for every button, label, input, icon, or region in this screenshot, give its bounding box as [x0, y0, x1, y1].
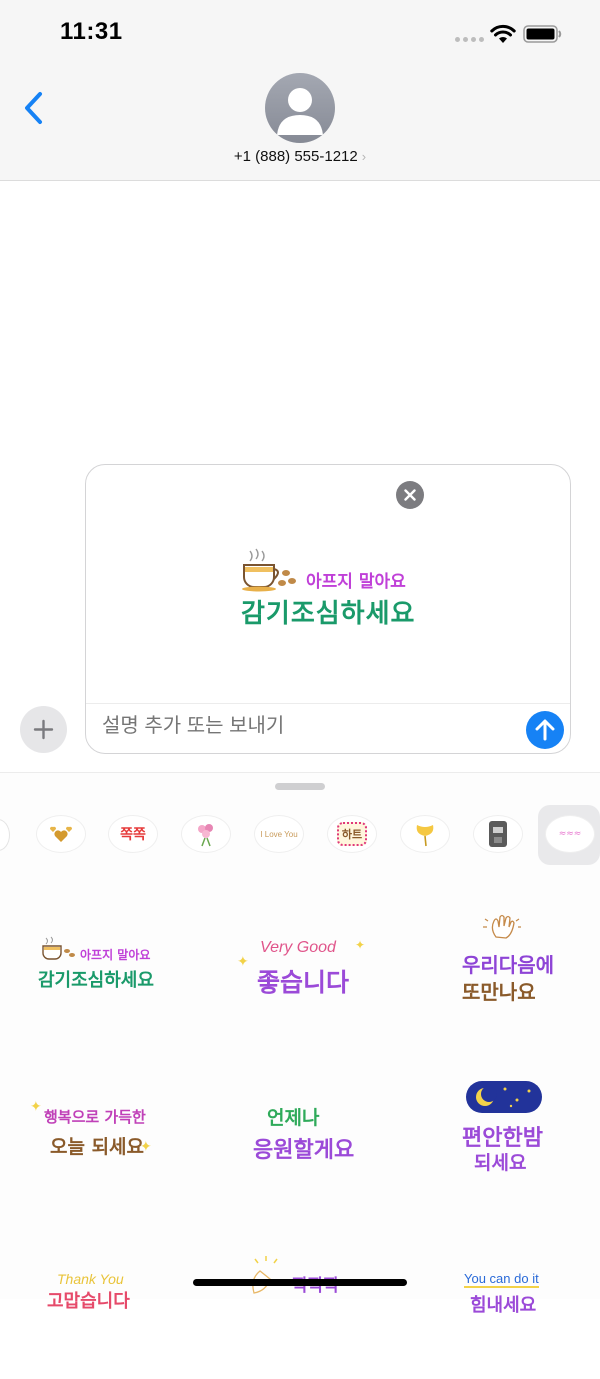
drawer-grabber[interactable]: [275, 783, 325, 790]
apps-plus-button[interactable]: [20, 706, 67, 753]
sticker-you-can-do-it[interactable]: You can do it 힘내세요: [460, 1269, 600, 1379]
tray-item-pink-text[interactable]: ≈≈≈: [545, 815, 595, 853]
tray-item-flowers[interactable]: [181, 815, 231, 853]
home-indicator[interactable]: [193, 1279, 407, 1286]
contact-number: +1 (888) 555-1212: [233, 148, 358, 165]
sticker-line2: 감기조심하세요: [38, 970, 154, 991]
tray-label: 쪽쪽: [120, 827, 146, 843]
sparkle-icon: ✦: [237, 953, 249, 969]
sticker-thank-you[interactable]: Thank You 고맙습니다: [35, 1269, 205, 1379]
tray-item-jjokjjok[interactable]: 쪽쪽: [108, 815, 158, 853]
sticker-get-well[interactable]: 아프지 말아요 감기조심하세요: [30, 933, 200, 1043]
plus-icon: [33, 719, 54, 740]
moon-stars-icon: [466, 1081, 542, 1113]
pink-text-icon: ≈≈≈: [558, 829, 582, 839]
sticker-line2: 응원할게요: [253, 1138, 355, 1163]
status-time: 11:31: [60, 18, 123, 45]
back-button[interactable]: [18, 88, 52, 128]
sticker-happy-day[interactable]: ✦ 행복으로 가득한 오늘 되세요 ✦: [30, 1098, 200, 1208]
sticker-line1: 우리다음에: [462, 953, 554, 977]
waving-hand-icon: [483, 914, 521, 939]
sticker-line2: 또만나요: [462, 980, 536, 1004]
ginkgo-leaf-icon: [416, 825, 434, 847]
sticker-good-night[interactable]: 편안한밤 되세요: [440, 1078, 600, 1188]
avatar[interactable]: [265, 73, 335, 143]
sticker-line1: Very Good: [260, 939, 336, 956]
flower-bouquet-icon: [198, 824, 213, 847]
coffee-cup-icon: [42, 936, 75, 960]
sticker-line2: 오늘 되세요: [50, 1136, 145, 1158]
clapping-hands-icon: [252, 1256, 278, 1294]
sticker-line1: 아프지 말아요: [306, 572, 406, 592]
sticker-drawer: 쪽쪽 I Love You 하트 ≈≈≈ 아프지 말아요 감기조심하세요 Ver…: [0, 772, 600, 1316]
tray-item-heart-frame[interactable]: 하트: [327, 815, 377, 853]
tray-item-partial[interactable]: [0, 819, 10, 851]
person-icon: [277, 88, 323, 135]
tray-item-ginkgo[interactable]: [400, 815, 450, 853]
remove-attachment-button[interactable]: [396, 481, 424, 509]
sticker-line1: 아프지 말아요: [80, 948, 151, 962]
sticker-clap[interactable]: 짝짝짝: [240, 1251, 410, 1361]
sparkle-icon: ✦: [355, 938, 366, 952]
sparkle-icon: ✦: [140, 1138, 152, 1154]
sticker-line2: 힘내세요: [470, 1295, 537, 1316]
battery-icon: [523, 25, 562, 43]
compose-divider: [86, 703, 570, 704]
sticker-see-you-again[interactable]: 우리다음에 또만나요: [440, 913, 600, 1023]
conversation-header: +1 (888) 555-1212 ›: [0, 60, 600, 181]
sticker-line2: 고맙습니다: [47, 1291, 130, 1312]
compose-field[interactable]: 아프지 말아요 감기조심하세요: [85, 464, 571, 754]
arrow-up-icon: [535, 719, 555, 741]
sticker-line1: Thank You: [57, 1271, 124, 1287]
coffee-machine-icon: [489, 821, 507, 847]
sticker-line1: 행복으로 가득한: [44, 1108, 146, 1126]
tray-item-hearts[interactable]: [36, 815, 86, 853]
sticker-line1: 언제나: [267, 1107, 320, 1129]
tray-item-coffee-machine[interactable]: [473, 815, 523, 853]
close-icon: [404, 489, 416, 501]
sticker-line2: 감기조심하세요: [241, 599, 416, 629]
tray-label: 하트: [341, 828, 363, 841]
sticker-very-good[interactable]: Very Good 좋습니다 ✦ ✦: [235, 933, 405, 1043]
cellular-signal-icon: [455, 37, 485, 43]
tray-item-selected[interactable]: ≈≈≈: [538, 805, 600, 865]
sticker-line1: You can do it: [464, 1271, 539, 1288]
attached-sticker: 아프지 말아요 감기조심하세요: [236, 543, 426, 629]
tray-label: I Love You: [260, 829, 298, 839]
hearts-icon: [49, 826, 73, 842]
sticker-line2: 되세요: [474, 1152, 527, 1174]
sticker-line2: 좋습니다: [257, 968, 350, 997]
contact-name-button[interactable]: +1 (888) 555-1212 ›: [0, 148, 600, 165]
send-button[interactable]: [526, 711, 564, 749]
tray-item-i-love-you[interactable]: I Love You: [254, 815, 304, 853]
status-bar: 11:31: [0, 0, 600, 60]
chevron-left-icon: [25, 92, 42, 124]
wifi-icon: [490, 24, 516, 43]
sticker-cheer-always[interactable]: 언제나 응원할게요: [245, 1098, 415, 1208]
sparkle-icon: ✦: [30, 1098, 42, 1114]
chevron-right-icon: ›: [361, 149, 367, 164]
message-input[interactable]: [102, 715, 502, 738]
